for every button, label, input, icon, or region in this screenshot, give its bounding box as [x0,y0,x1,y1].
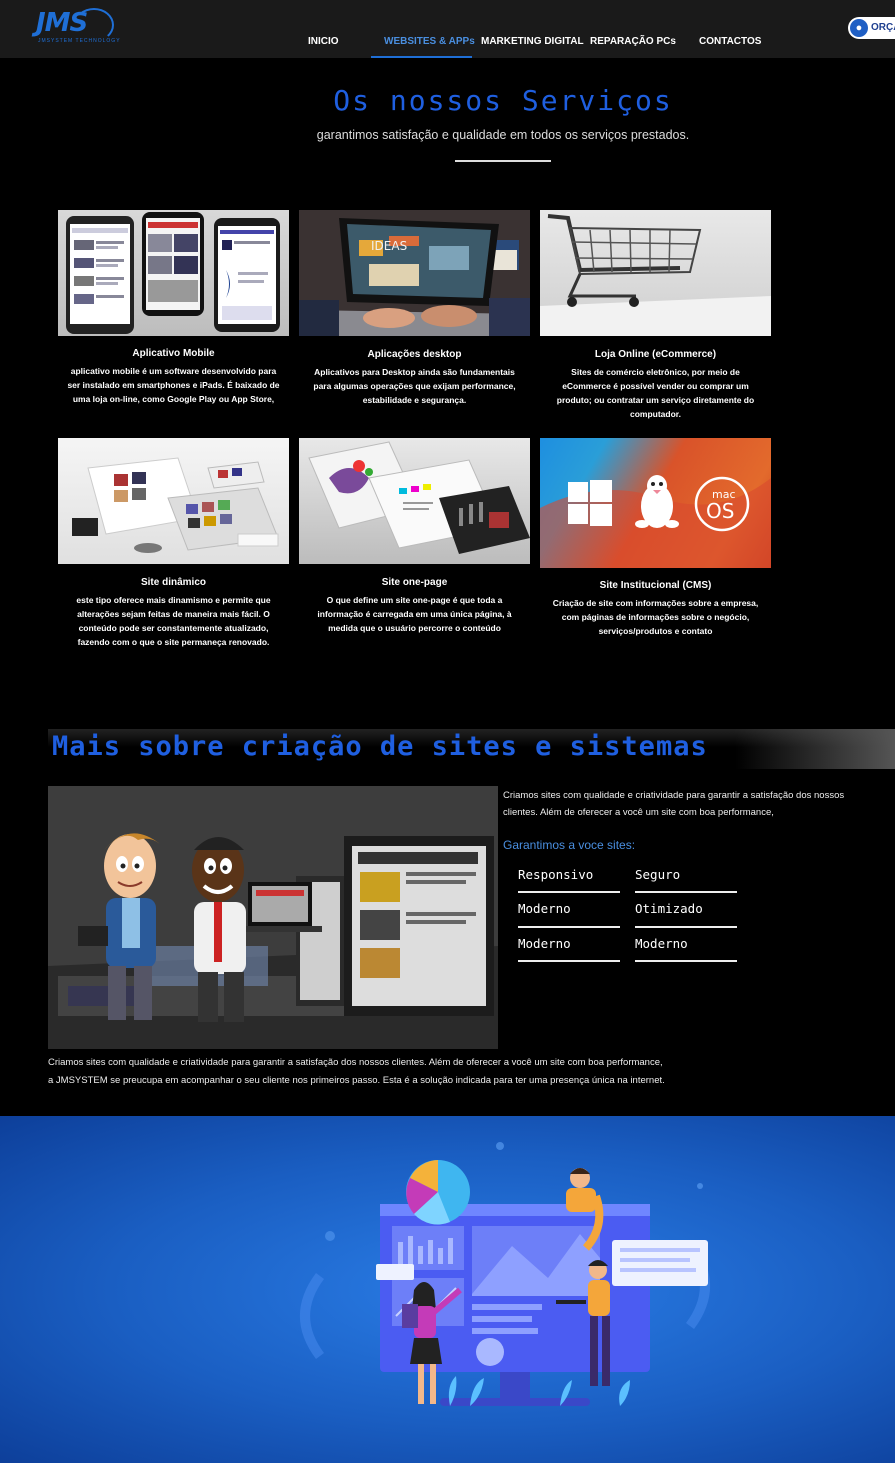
feature-divider [635,891,737,893]
card-desc-mobile: aplicativo mobile é um software desenvol… [67,366,280,404]
feature-divider [518,926,620,928]
nav-active-indicator [371,56,472,58]
card-image-mobile[interactable] [58,210,289,336]
site-header: JMS JMSYSTEM TECHNOLOGY INICIO WEBSITES … [0,0,895,58]
card-image-site-institucional[interactable]: mac OS [540,438,771,568]
orcamento-label: ORÇA [871,22,895,33]
card-image-desktop[interactable]: IDEAS [299,210,530,336]
card-image-ecommerce[interactable] [540,210,771,336]
feature-moderno: Moderno [518,901,571,916]
nav-websites-apps[interactable]: WEBSITES & APPs [384,36,475,47]
orcamento-button[interactable]: ● ORÇA [848,17,895,39]
services-title: Os nossos Serviços [333,84,673,117]
mais-bottom-line-2: a JMSYSTEM se preucupa em acompanhar o s… [48,1075,665,1086]
card-title-site-institucional: Site Institucional (CMS) [599,580,712,591]
mais-bottom-line-1: Criamos sites com qualidade e criativida… [48,1057,663,1068]
logo-ring-icon [74,8,114,42]
mais-title: Mais sobre criação de sites e sistemas [52,731,708,762]
card-desc-site-one-page: O que define um site one-page é que toda… [317,595,512,633]
logo-subtitle: JMSYSTEM TECHNOLOGY [38,38,121,44]
feature-responsivo: Responsivo [518,867,594,882]
feature-divider [635,926,737,928]
card-desc-desktop: Aplicativos para Desktop ainda são funda… [313,367,516,405]
card-image-site-one-page[interactable] [299,438,530,564]
ideas-text: IDEAS [371,239,407,253]
analytics-illustration [300,1142,710,1406]
card-desc-site-institucional: Criação de site com informações sobre a … [552,598,759,636]
card-title-ecommerce: Loja Online (eCommerce) [594,349,717,360]
logo[interactable]: JMS JMSYSTEM TECHNOLOGY [36,8,120,46]
card-title-desktop: Aplicações desktop [367,349,462,360]
mais-bottom-text: Criamos sites com qualidade e criativida… [48,1054,848,1090]
flame-icon: ● [850,19,868,37]
mais-intro-text: Criamos sites com qualidade e criativida… [503,790,845,818]
feature-otimizado: Otimizado [635,901,703,916]
feature-moderno-3: Moderno [635,936,688,951]
services-subtitle: garantimos satisfação e qualidade em tod… [316,128,690,142]
feature-seguro: Seguro [635,867,681,882]
card-image-site-dinamico[interactable] [58,438,289,564]
nav-inicio[interactable]: INICIO [308,36,339,47]
linux-icon [635,475,679,528]
services-divider [455,160,551,162]
feature-divider [518,891,620,893]
card-title-mobile: Aplicativo Mobile [132,348,215,359]
pie-chart-icon [406,1160,470,1225]
feature-moderno-2: Moderno [518,936,571,951]
feature-divider [518,960,620,962]
nav-reparacao-pcs[interactable]: REPARAÇÃO PCs [590,36,676,47]
card-title-site-dinamico: Site dinâmico [140,577,206,588]
garantimos-heading: Garantimos a voce sites: [503,838,636,852]
mais-illustration [48,786,498,1049]
hero-illustration-section [0,1116,895,1463]
card-title-site-one-page: Site one-page [381,577,448,588]
svg-text:OS: OS [706,499,734,523]
nav-contactos[interactable]: CONTACTOS [699,36,761,47]
nav-marketing-digital[interactable]: MARKETING DIGITAL [481,36,584,47]
card-desc-ecommerce: Sites de comércio eletrônico, por meio d… [556,367,755,419]
card-desc-site-dinamico: este tipo oferece mais dinamismo e permi… [76,595,271,647]
feature-divider [635,960,737,962]
